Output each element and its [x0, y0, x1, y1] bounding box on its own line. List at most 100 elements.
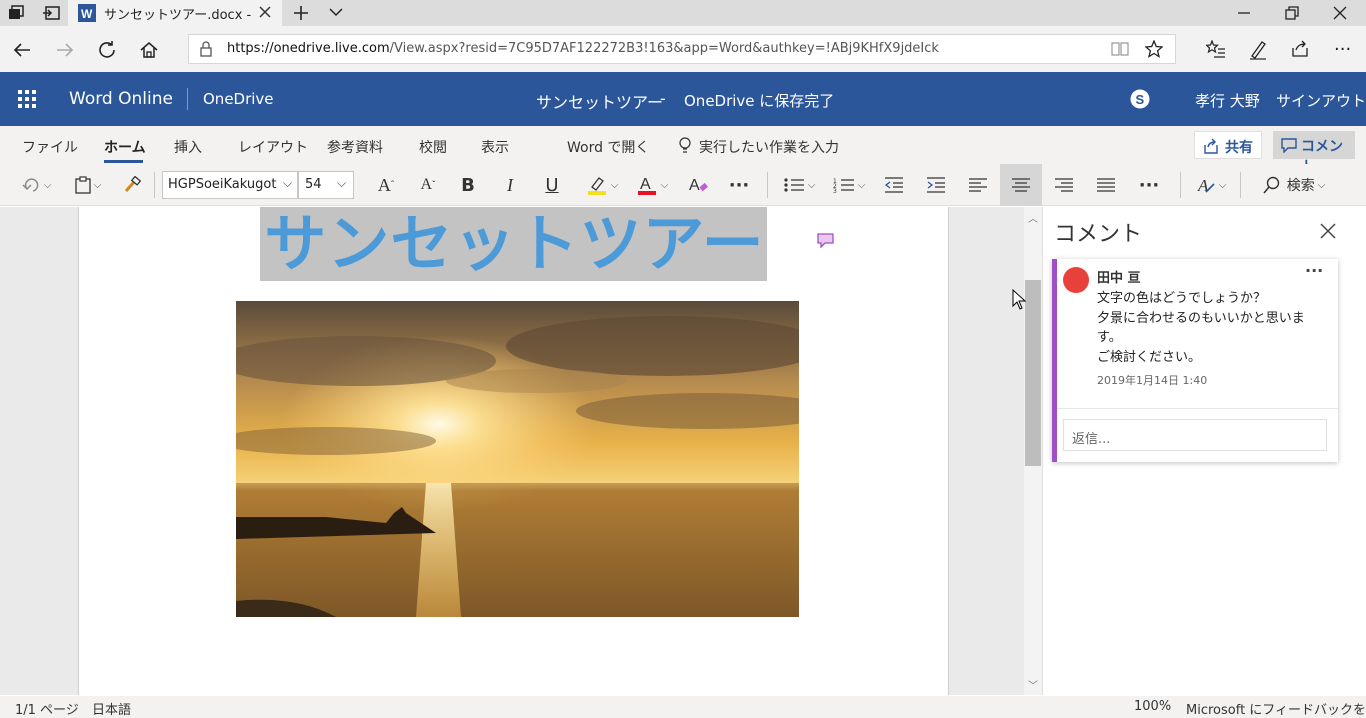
- format-painter-icon: [124, 176, 141, 192]
- close-comments-icon[interactable]: [1319, 222, 1337, 240]
- italic-icon[interactable]: I: [498, 164, 522, 206]
- comment-line: 文字の色はどうでしょうか？: [1097, 291, 1267, 306]
- user-name[interactable]: 孝行 大野: [1195, 90, 1260, 111]
- language-status[interactable]: 日本語: [92, 699, 131, 718]
- increase-indent-icon[interactable]: [922, 164, 950, 206]
- onedrive-link[interactable]: OneDrive: [203, 90, 274, 108]
- tab-layout[interactable]: レイアウト: [238, 137, 308, 157]
- bullets-icon: [784, 178, 804, 192]
- align-left-icon[interactable]: [964, 164, 992, 206]
- underline-icon[interactable]: U: [540, 164, 564, 206]
- web-note-icon[interactable]: [1248, 40, 1268, 60]
- back-icon[interactable]: [12, 41, 32, 59]
- font-color-button[interactable]: A ⌵: [632, 164, 672, 206]
- reading-view-icon[interactable]: [1111, 41, 1129, 57]
- paste-button[interactable]: ⌵: [68, 164, 108, 206]
- tab-actions-icon[interactable]: [8, 5, 24, 21]
- comments-pane-title: コメント: [1054, 222, 1143, 247]
- scroll-down-icon[interactable]: ﹀: [1028, 677, 1038, 692]
- highlight-color-button[interactable]: ⌵: [582, 164, 622, 206]
- forward-icon[interactable]: [55, 41, 75, 59]
- align-right-icon[interactable]: [1050, 164, 1078, 206]
- more-font-options-icon[interactable]: ···: [724, 164, 754, 206]
- new-tab-icon[interactable]: [292, 4, 310, 22]
- set-aside-tabs-icon[interactable]: [42, 5, 60, 21]
- styles-button[interactable]: A ⌵: [1190, 164, 1232, 206]
- comment-button[interactable]: コメント: [1273, 131, 1355, 175]
- shrink-font-icon[interactable]: Aˇ: [414, 164, 442, 206]
- open-in-word[interactable]: Word で開く: [567, 137, 649, 157]
- close-window-icon[interactable]: [1332, 5, 1348, 21]
- tab-title: サンセットツアー.docx - Mi: [104, 8, 254, 23]
- zoom-level[interactable]: 100%: [1134, 699, 1171, 714]
- reply-input[interactable]: 返信...: [1063, 419, 1327, 451]
- more-browser-icon[interactable]: ···: [1334, 39, 1351, 60]
- word-header: Word Online OneDrive サンセットツアー - OneDrive…: [0, 72, 1366, 126]
- tab-file[interactable]: ファイル: [22, 137, 78, 157]
- home-icon[interactable]: [139, 40, 159, 60]
- justify-icon[interactable]: [1092, 164, 1120, 206]
- grow-font-icon[interactable]: Aˆ: [372, 164, 400, 206]
- sign-out-link[interactable]: サインアウト: [1276, 90, 1366, 111]
- share-button[interactable]: 共有: [1194, 131, 1262, 159]
- sunset-image[interactable]: [236, 301, 799, 617]
- format-painter-button[interactable]: [118, 164, 146, 206]
- share-browser-icon[interactable]: [1290, 40, 1310, 58]
- minimize-icon[interactable]: [1236, 5, 1252, 21]
- bold-icon[interactable]: B: [456, 164, 480, 206]
- header-dash: -: [660, 89, 666, 108]
- bullets-button[interactable]: ⌵: [778, 164, 820, 206]
- save-status: OneDrive に保存完了: [684, 92, 835, 110]
- font-size-select[interactable]: 54 ⌵: [298, 171, 354, 199]
- avatar: [1063, 267, 1089, 293]
- app-name[interactable]: Word Online: [69, 89, 173, 109]
- document-title-text[interactable]: サンセットツアー: [262, 204, 767, 284]
- ribbon-toolbar: ⌵ ⌵ HGPSoeiKakugot ⌵ 54 ⌵ Aˆ Aˇ B I U ⌵ …: [0, 164, 1366, 206]
- status-bar: 1/1 ページ 日本語 100% Microsoft にフィードバックを送信: [0, 696, 1366, 718]
- more-paragraph-options-icon[interactable]: ···: [1134, 164, 1164, 206]
- refresh-icon[interactable]: [97, 40, 117, 60]
- tab-view[interactable]: 表示: [481, 137, 509, 157]
- comment-divider: [1057, 408, 1338, 409]
- decrease-indent-icon[interactable]: [880, 164, 908, 206]
- font-name-chevron-icon: ⌵: [283, 176, 293, 190]
- search-button[interactable]: 検索 ⌵: [1252, 164, 1336, 206]
- browser-nav-bar: https://onedrive.live.com/View.aspx?resi…: [0, 26, 1366, 72]
- tab-preview-chevron-icon[interactable]: [328, 6, 344, 18]
- font-name-select[interactable]: HGPSoeiKakugot ⌵: [162, 171, 298, 199]
- tab-insert[interactable]: 挿入: [174, 137, 202, 157]
- scroll-up-icon[interactable]: ︿: [1028, 210, 1038, 225]
- align-center-icon[interactable]: [1000, 164, 1042, 206]
- styles-icon: A: [1197, 176, 1215, 195]
- browser-tab-bar: W サンセットツアー.docx - Mi: [0, 0, 1366, 26]
- clear-formatting-icon[interactable]: A: [684, 164, 712, 206]
- undo-button[interactable]: ⌵: [16, 164, 56, 206]
- tab-home[interactable]: ホーム: [104, 137, 146, 157]
- tab-references[interactable]: 参考資料: [327, 137, 383, 157]
- comment-date: 2019年1月14日 1:40: [1097, 374, 1208, 387]
- active-tab-underline: [104, 160, 143, 163]
- restore-icon[interactable]: [1284, 5, 1300, 21]
- svg-text:S: S: [1136, 92, 1145, 107]
- font-color-icon: A: [637, 176, 656, 195]
- favorite-star-icon[interactable]: [1145, 40, 1163, 58]
- svg-text:W: W: [81, 7, 93, 21]
- document-name[interactable]: サンセットツアー: [536, 89, 663, 113]
- numbering-button[interactable]: 1 2 3 ⌵: [828, 164, 870, 206]
- address-bar[interactable]: https://onedrive.live.com/View.aspx?resi…: [188, 34, 1176, 64]
- lock-icon: [199, 41, 213, 57]
- close-tab-icon[interactable]: [258, 5, 272, 19]
- skype-icon[interactable]: S: [1130, 89, 1150, 109]
- toolbar-separator: [767, 172, 768, 198]
- feedback-link[interactable]: Microsoft にフィードバックを送信: [1186, 699, 1366, 718]
- app-launcher-icon[interactable]: [18, 90, 36, 108]
- comment-more-icon[interactable]: ···: [1305, 261, 1323, 280]
- url-path: /View.aspx?resid=7C95D7AF122272B3!163&ap…: [389, 41, 939, 56]
- toolbar-separator: [154, 172, 155, 198]
- browser-tab[interactable]: W サンセットツアー.docx - Mi: [68, 0, 282, 26]
- tell-me-box[interactable]: 実行したい作業を入力: [699, 137, 839, 157]
- favorites-list-icon[interactable]: [1206, 40, 1226, 58]
- scrollbar-thumb[interactable]: [1025, 280, 1041, 466]
- comment-marker-icon[interactable]: [817, 233, 834, 248]
- tab-review[interactable]: 校閲: [419, 137, 447, 157]
